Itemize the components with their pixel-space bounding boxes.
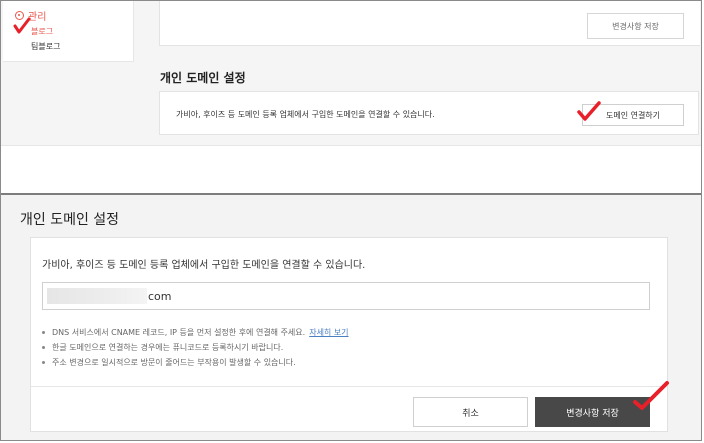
note-item: 주소 변경으로 일시적으로 방문이 줄어드는 부작용이 발생할 수 있습니다. — [42, 355, 349, 370]
domain-description-top: 가비아, 후이즈 등 도메인 등록 업체에서 구입한 도메인을 연결할 수 있습… — [176, 110, 435, 119]
domain-settings-title: 개인 도메인 설정 — [20, 212, 120, 228]
save-changes-button-top[interactable]: 변경사항 저장 — [587, 13, 684, 39]
section-gap — [1, 145, 701, 194]
details-link[interactable]: 자세히 보기 — [309, 325, 348, 340]
note-text: 한글 도메인으로 연결하는 경우에는 퓨니코드로 등록하시기 바랍니다. — [52, 343, 284, 352]
side-menu: 관리 블로그 팀블로그 — [3, 1, 134, 62]
domain-description: 가비아, 후이즈 등 도메인 등록 업체에서 구입한 도메인을 연결할 수 있습… — [42, 260, 366, 271]
side-menu-item-blog[interactable]: 블로그 — [31, 26, 53, 37]
domain-form-card: 가비아, 후이즈 등 도메인 등록 업체에서 구입한 도메인을 연결할 수 있습… — [30, 237, 668, 432]
save-card-top: 변경사항 저장 — [159, 1, 700, 46]
checkmark-icon — [577, 101, 601, 121]
checkmark-icon — [633, 381, 669, 410]
note-text: 주소 변경으로 일시적으로 방문이 줄어드는 부작용이 발생할 수 있습니다. — [52, 358, 296, 367]
note-text: DNS 서비스에서 CNAME 레코드, IP 등을 먼저 설정한 후에 연결해… — [52, 328, 306, 337]
domain-notes: DNS 서비스에서 CNAME 레코드, IP 등을 먼저 설정한 후에 연결해… — [42, 325, 349, 370]
bullet-icon — [42, 361, 45, 364]
side-menu-item-teamblog[interactable]: 팀블로그 — [31, 41, 60, 52]
domain-input-value: com — [148, 290, 172, 303]
checkmark-icon — [13, 17, 31, 34]
bullet-icon — [42, 346, 45, 349]
note-item: DNS 서비스에서 CNAME 레코드, IP 등을 먼저 설정한 후에 연결해… — [42, 325, 349, 340]
bullet-icon — [42, 331, 45, 334]
blurred-domain-text — [47, 288, 147, 304]
note-item: 한글 도메인으로 연결하는 경우에는 퓨니코드로 등록하시기 바랍니다. — [42, 340, 349, 355]
domain-settings-panel: 개인 도메인 설정 가비아, 후이즈 등 도메인 등록 업체에서 구입한 도메인… — [1, 195, 701, 440]
domain-section-title-top: 개인 도메인 설정 — [160, 71, 246, 85]
cancel-button[interactable]: 취소 — [413, 397, 528, 427]
domain-card-top: 가비아, 후이즈 등 도메인 등록 업체에서 구입한 도메인을 연결할 수 있습… — [159, 91, 699, 135]
form-footer: 취소 변경사항 저장 — [31, 386, 667, 433]
